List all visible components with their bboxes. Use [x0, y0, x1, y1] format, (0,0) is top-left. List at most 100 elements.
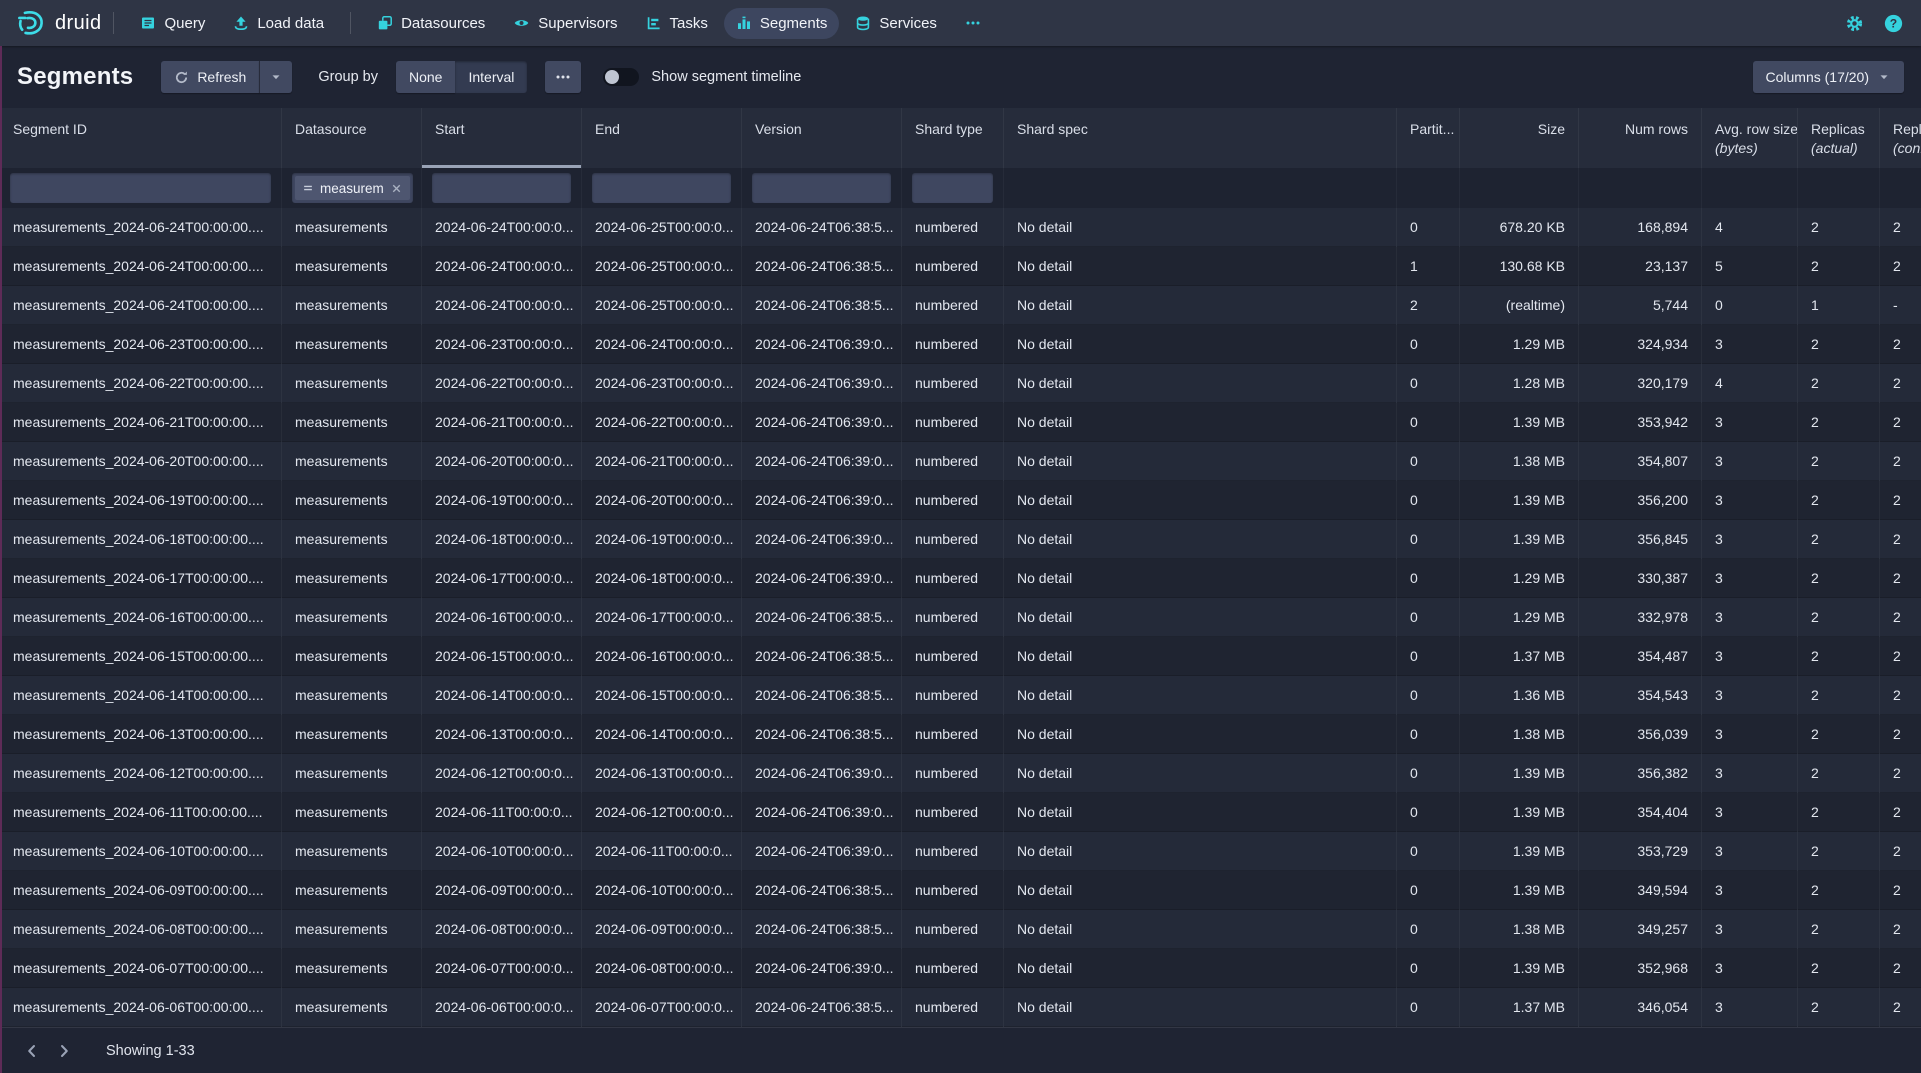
- cell-replication_factor[interactable]: 2: [1880, 559, 1921, 598]
- cell-segment_id[interactable]: measurements_2024-06-22T00:00:00....: [0, 364, 282, 403]
- cell-num_rows[interactable]: 346,054: [1579, 988, 1702, 1027]
- cell-start[interactable]: 2024-06-17T00:00:0...: [422, 559, 582, 598]
- cell-replicas[interactable]: 2: [1798, 520, 1880, 559]
- cell-partition[interactable]: 0: [1397, 676, 1460, 715]
- cell-end[interactable]: 2024-06-13T00:00:0...: [582, 754, 742, 793]
- segment-timeline-toggle[interactable]: [603, 68, 639, 86]
- cell-avg_row_size[interactable]: 3: [1702, 754, 1798, 793]
- cell-num_rows[interactable]: 356,200: [1579, 481, 1702, 520]
- cell-replicas[interactable]: 2: [1798, 442, 1880, 481]
- cell-end[interactable]: 2024-06-08T00:00:0...: [582, 949, 742, 988]
- cell-shard_type[interactable]: numbered: [902, 442, 1004, 481]
- cell-shard_type[interactable]: numbered: [902, 559, 1004, 598]
- cell-version[interactable]: 2024-06-24T06:39:0...: [742, 754, 902, 793]
- cell-size[interactable]: 1.38 MB: [1460, 910, 1579, 949]
- cell-segment_id[interactable]: measurements_2024-06-20T00:00:00....: [0, 442, 282, 481]
- cell-size[interactable]: 1.37 MB: [1460, 988, 1579, 1027]
- cell-shard_type[interactable]: numbered: [902, 793, 1004, 832]
- cell-num_rows[interactable]: 23,137: [1579, 247, 1702, 286]
- nav-item-load-data[interactable]: Load data: [221, 8, 336, 39]
- cell-shard_type[interactable]: numbered: [902, 247, 1004, 286]
- cell-segment_id[interactable]: measurements_2024-06-10T00:00:00....: [0, 832, 282, 871]
- cell-segment_id[interactable]: measurements_2024-06-18T00:00:00....: [0, 520, 282, 559]
- cell-start[interactable]: 2024-06-20T00:00:0...: [422, 442, 582, 481]
- cell-replication_factor[interactable]: 2: [1880, 637, 1921, 676]
- cell-num_rows[interactable]: 330,387: [1579, 559, 1702, 598]
- cell-replicas[interactable]: 2: [1798, 715, 1880, 754]
- cell-shard_type[interactable]: numbered: [902, 949, 1004, 988]
- cell-start[interactable]: 2024-06-19T00:00:0...: [422, 481, 582, 520]
- cell-start[interactable]: 2024-06-23T00:00:0...: [422, 325, 582, 364]
- cell-version[interactable]: 2024-06-24T06:39:0...: [742, 364, 902, 403]
- column-header-end[interactable]: End: [582, 108, 742, 168]
- cell-partition[interactable]: 0: [1397, 949, 1460, 988]
- cell-shard_type[interactable]: numbered: [902, 871, 1004, 910]
- more-options-button[interactable]: [545, 61, 581, 93]
- cell-replication_factor[interactable]: 2: [1880, 364, 1921, 403]
- cell-avg_row_size[interactable]: 3: [1702, 598, 1798, 637]
- cell-replication_factor[interactable]: 2: [1880, 988, 1921, 1027]
- cell-avg_row_size[interactable]: 3: [1702, 637, 1798, 676]
- cell-replication_factor[interactable]: 2: [1880, 481, 1921, 520]
- help-button[interactable]: ?: [1882, 12, 1905, 35]
- cell-start[interactable]: 2024-06-21T00:00:0...: [422, 403, 582, 442]
- cell-avg_row_size[interactable]: 4: [1702, 364, 1798, 403]
- cell-segment_id[interactable]: measurements_2024-06-13T00:00:00....: [0, 715, 282, 754]
- cell-avg_row_size[interactable]: 3: [1702, 793, 1798, 832]
- cell-end[interactable]: 2024-06-25T00:00:0...: [582, 208, 742, 247]
- column-header-shard_spec[interactable]: Shard spec: [1004, 108, 1397, 168]
- cell-datasource[interactable]: measurements: [282, 598, 422, 637]
- cell-shard_spec[interactable]: No detail: [1004, 832, 1397, 871]
- column-header-avg_row_size[interactable]: Avg. row size(bytes): [1702, 108, 1798, 168]
- cell-version[interactable]: 2024-06-24T06:39:0...: [742, 832, 902, 871]
- cell-start[interactable]: 2024-06-13T00:00:0...: [422, 715, 582, 754]
- cell-version[interactable]: 2024-06-24T06:38:5...: [742, 286, 902, 325]
- cell-num_rows[interactable]: 356,382: [1579, 754, 1702, 793]
- cell-size[interactable]: 1.29 MB: [1460, 325, 1579, 364]
- cell-shard_type[interactable]: numbered: [902, 910, 1004, 949]
- cell-avg_row_size[interactable]: 3: [1702, 949, 1798, 988]
- cell-replicas[interactable]: 2: [1798, 910, 1880, 949]
- cell-partition[interactable]: 0: [1397, 325, 1460, 364]
- cell-shard_type[interactable]: numbered: [902, 286, 1004, 325]
- cell-segment_id[interactable]: measurements_2024-06-08T00:00:00....: [0, 910, 282, 949]
- cell-partition[interactable]: 0: [1397, 793, 1460, 832]
- nav-item-more[interactable]: [953, 8, 993, 38]
- cell-end[interactable]: 2024-06-14T00:00:0...: [582, 715, 742, 754]
- cell-shard_spec[interactable]: No detail: [1004, 637, 1397, 676]
- cell-version[interactable]: 2024-06-24T06:39:0...: [742, 559, 902, 598]
- cell-segment_id[interactable]: measurements_2024-06-24T00:00:00....: [0, 208, 282, 247]
- cell-shard_spec[interactable]: No detail: [1004, 520, 1397, 559]
- cell-avg_row_size[interactable]: 3: [1702, 403, 1798, 442]
- cell-end[interactable]: 2024-06-20T00:00:0...: [582, 481, 742, 520]
- nav-item-datasources[interactable]: Datasources: [365, 8, 497, 39]
- cell-segment_id[interactable]: measurements_2024-06-23T00:00:00....: [0, 325, 282, 364]
- cell-avg_row_size[interactable]: 3: [1702, 715, 1798, 754]
- close-icon[interactable]: [390, 182, 403, 195]
- cell-end[interactable]: 2024-06-21T00:00:0...: [582, 442, 742, 481]
- cell-partition[interactable]: 0: [1397, 832, 1460, 871]
- group-by-none-button[interactable]: None: [396, 61, 455, 93]
- cell-segment_id[interactable]: measurements_2024-06-15T00:00:00....: [0, 637, 282, 676]
- cell-replication_factor[interactable]: 2: [1880, 832, 1921, 871]
- prev-page-button[interactable]: [16, 1035, 48, 1067]
- cell-replicas[interactable]: 2: [1798, 988, 1880, 1027]
- cell-start[interactable]: 2024-06-18T00:00:0...: [422, 520, 582, 559]
- cell-replication_factor[interactable]: 2: [1880, 520, 1921, 559]
- cell-avg_row_size[interactable]: 3: [1702, 988, 1798, 1027]
- cell-replicas[interactable]: 2: [1798, 793, 1880, 832]
- cell-size[interactable]: 1.39 MB: [1460, 832, 1579, 871]
- cell-shard_spec[interactable]: No detail: [1004, 364, 1397, 403]
- cell-size[interactable]: 1.39 MB: [1460, 949, 1579, 988]
- refresh-dropdown-button[interactable]: [259, 61, 292, 93]
- cell-avg_row_size[interactable]: 0: [1702, 286, 1798, 325]
- cell-replication_factor[interactable]: 2: [1880, 247, 1921, 286]
- cell-end[interactable]: 2024-06-23T00:00:0...: [582, 364, 742, 403]
- cell-avg_row_size[interactable]: 3: [1702, 676, 1798, 715]
- cell-version[interactable]: 2024-06-24T06:39:0...: [742, 325, 902, 364]
- cell-datasource[interactable]: measurements: [282, 208, 422, 247]
- cell-start[interactable]: 2024-06-08T00:00:0...: [422, 910, 582, 949]
- cell-segment_id[interactable]: measurements_2024-06-07T00:00:00....: [0, 949, 282, 988]
- cell-partition[interactable]: 0: [1397, 871, 1460, 910]
- cell-partition[interactable]: 0: [1397, 559, 1460, 598]
